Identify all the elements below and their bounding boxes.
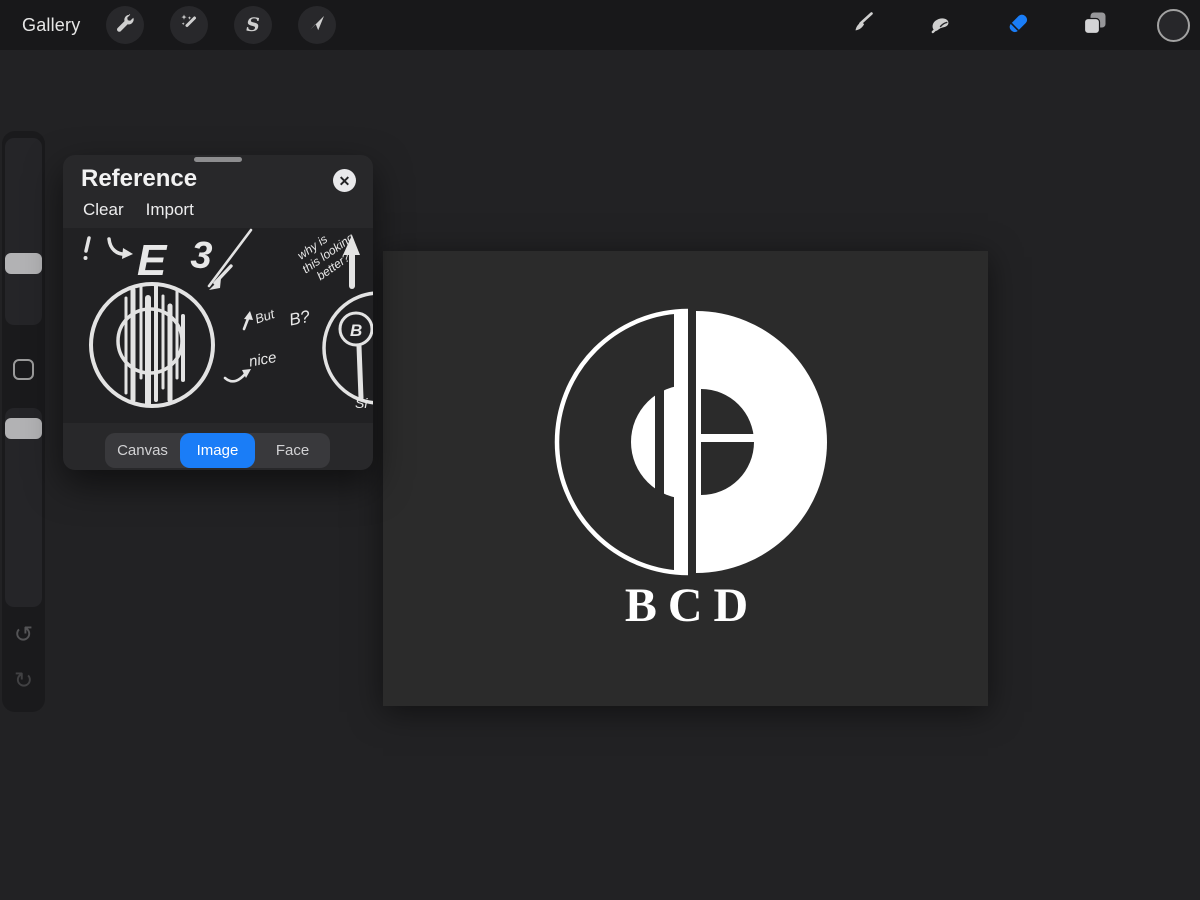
- sketch-letter-e: E: [137, 236, 168, 285]
- close-icon: ✕: [339, 174, 351, 188]
- adjustments-button[interactable]: [170, 6, 208, 44]
- undo-icon: ↺: [14, 624, 33, 647]
- magic-wand-icon: [179, 13, 199, 38]
- brush-tool-button[interactable]: [843, 6, 881, 44]
- reference-panel-title: Reference: [81, 165, 197, 193]
- brush-size-slider[interactable]: [5, 138, 42, 325]
- actions-button[interactable]: [106, 6, 144, 44]
- sketch-letter-b: B: [350, 321, 362, 340]
- tab-canvas[interactable]: Canvas: [105, 433, 180, 468]
- redo-button[interactable]: ↻: [2, 666, 45, 696]
- panel-drag-handle[interactable]: [194, 157, 242, 162]
- tab-image[interactable]: Image: [180, 433, 255, 468]
- gallery-button[interactable]: Gallery: [22, 0, 80, 50]
- sketch-but: But: [253, 306, 278, 327]
- brush-size-handle[interactable]: [5, 253, 42, 274]
- logo-wordmark: BCD: [625, 579, 759, 632]
- sketch-si: Si: [355, 395, 368, 411]
- import-button[interactable]: Import: [146, 200, 194, 220]
- close-button[interactable]: ✕: [333, 169, 356, 192]
- transform-arrow-icon: [307, 13, 327, 38]
- tab-face[interactable]: Face: [255, 433, 330, 468]
- selection-button[interactable]: S: [234, 6, 272, 44]
- eraser-tool-button[interactable]: [999, 6, 1037, 44]
- layers-button[interactable]: [1076, 6, 1114, 44]
- undo-button[interactable]: ↺: [2, 620, 45, 650]
- reference-panel: Reference ✕ Clear Import E 3: [63, 155, 373, 470]
- modify-button[interactable]: [13, 359, 34, 380]
- color-swatch-button[interactable]: [1157, 9, 1190, 42]
- transform-button[interactable]: [298, 6, 336, 44]
- wrench-icon: [115, 13, 135, 38]
- redo-icon: ↻: [14, 670, 33, 693]
- top-toolbar: Gallery S: [0, 0, 1200, 50]
- sketch-b-question: B?: [287, 307, 312, 330]
- reference-image[interactable]: E 3 why is this looking better? B?: [63, 228, 373, 423]
- brush-sidebar: ↺ ↻: [2, 131, 45, 712]
- smudge-finger-icon: [927, 10, 953, 41]
- reference-sketch: E 3 why is this looking better? B?: [63, 228, 373, 423]
- layers-icon: [1081, 9, 1109, 42]
- procreate-workspace: Gallery S: [0, 0, 1200, 900]
- eraser-icon: [1004, 9, 1032, 42]
- paint-brush-icon: [849, 10, 875, 41]
- smudge-tool-button[interactable]: [921, 6, 959, 44]
- sketch-numeral-3: 3: [189, 234, 213, 277]
- bcd-logo: BCD: [383, 251, 988, 706]
- opacity-handle[interactable]: [5, 418, 42, 439]
- clear-button[interactable]: Clear: [83, 200, 124, 220]
- selection-s-icon: S: [246, 14, 260, 36]
- reference-tab-bar: Canvas Image Face: [105, 433, 330, 468]
- sketch-nice: nice: [248, 349, 278, 371]
- artwork-canvas[interactable]: BCD: [383, 251, 988, 706]
